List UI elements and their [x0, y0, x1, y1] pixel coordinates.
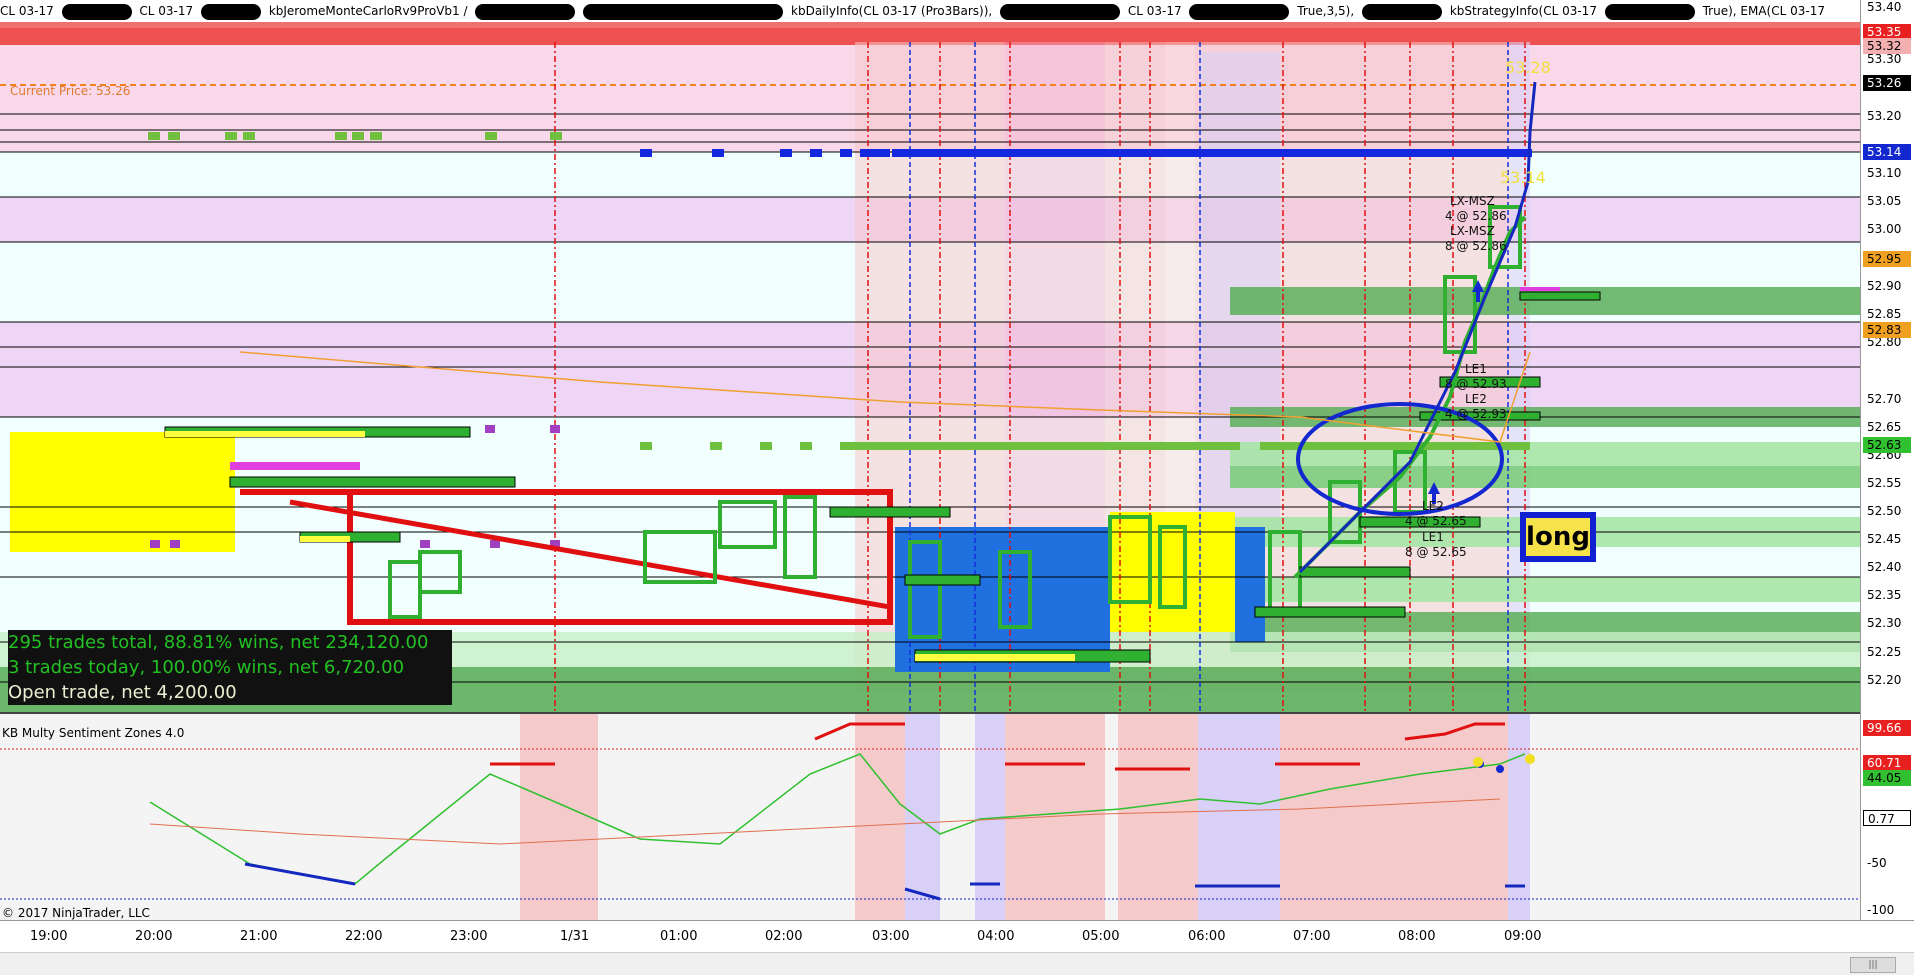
redacted-mark — [1000, 3, 1121, 20]
price-panel[interactable]: Current Price: 53.26 295 trades total, 8… — [0, 22, 1860, 712]
long-signal-box: long — [1520, 512, 1596, 562]
trade-label: 8 @ 52.65 — [1405, 545, 1467, 559]
price-tag: 52.63 — [1863, 437, 1911, 453]
indicator-tag: 44.05 — [1863, 770, 1911, 786]
time-tick: 22:00 — [345, 929, 383, 944]
redacted-mark — [475, 3, 576, 20]
indicator-tag: 0.77 — [1863, 810, 1911, 826]
price-tag: 53.14 — [1863, 144, 1911, 160]
trade-label: LX-MSZ — [1450, 194, 1495, 208]
price-tick: 53.30 — [1867, 52, 1902, 66]
price-tick: 53.20 — [1867, 109, 1902, 123]
redacted-mark — [200, 3, 261, 20]
price-tick: 52.35 — [1867, 588, 1902, 602]
trade-label: 8 @ 52.86 — [1445, 239, 1507, 253]
price-tag: 52.83 — [1863, 322, 1911, 338]
time-tick: 06:00 — [1188, 929, 1226, 944]
price-tick: 52.65 — [1867, 420, 1902, 434]
trade-label: LX-MSZ — [1450, 224, 1495, 238]
price-tick: 52.30 — [1867, 616, 1902, 630]
long-signal-label: long — [1526, 518, 1590, 556]
price-chart-canvas — [0, 22, 1860, 712]
indicator-tick: -100 — [1867, 903, 1895, 917]
indicator-tag: 99.66 — [1863, 720, 1911, 736]
price-tick: 52.50 — [1867, 504, 1902, 518]
indicator-panel[interactable]: KB Multy Sentiment Zones 4.0 © 2017 Ninj… — [0, 712, 1860, 922]
price-tick: 52.20 — [1867, 673, 1902, 687]
chart-window: CL 03-17 CL 03-17 kbJeromeMonteCarloRv9P… — [0, 0, 1914, 975]
time-axis[interactable]: 19:00 20:00 21:00 22:00 23:00 1/31 01:00… — [0, 920, 1914, 951]
trade-label: 4 @ 52.86 — [1445, 209, 1507, 223]
trade-label: 4 @ 52.65 — [1405, 514, 1467, 528]
price-tick: 53.40 — [1867, 0, 1902, 14]
time-tick: 04:00 — [977, 929, 1015, 944]
price-tick: 52.55 — [1867, 476, 1902, 490]
price-tag: 53.32 — [1863, 38, 1911, 54]
stats-open: Open trade, net 4,200.00 — [8, 680, 452, 705]
time-tick: 20:00 — [135, 929, 173, 944]
redacted-mark — [1604, 3, 1695, 20]
instrument-label-3: CL 03-17 — [1127, 4, 1182, 18]
trade-label: LE1 — [1465, 362, 1487, 376]
time-tick: 05:00 — [1082, 929, 1120, 944]
time-tick: 1/31 — [560, 929, 590, 944]
redacted-mark — [1362, 3, 1442, 20]
redacted-mark — [1189, 3, 1290, 20]
stats-today: 3 trades today, 100.00% wins, net 6,720.… — [8, 655, 452, 680]
time-tick: 09:00 — [1504, 929, 1542, 944]
price-tick: 53.05 — [1867, 194, 1902, 208]
price-tick: 52.70 — [1867, 392, 1902, 406]
scrollbar-thumb[interactable]: ||| — [1850, 957, 1896, 973]
price-marker: 53.14 — [1500, 168, 1546, 187]
ema-label: True), EMA(CL 03-17 — [1702, 4, 1825, 18]
trade-label: 8 @ 52.93 — [1445, 377, 1507, 391]
instrument-label: CL 03-17 — [0, 4, 54, 18]
price-marker: 53.28 — [1505, 58, 1551, 77]
param-label: True,3,5), — [1297, 4, 1355, 18]
price-tick: 53.00 — [1867, 222, 1902, 236]
price-tag: 53.26 — [1863, 75, 1911, 91]
indicator-tick: -50 — [1867, 856, 1887, 870]
instrument-label-2: CL 03-17 — [139, 4, 194, 18]
strategy-name: kbJeromeMonteCarloRv9ProVb1 / — [268, 4, 468, 18]
price-axis[interactable]: 53.40 53.30 53.20 53.10 53.05 53.00 52.9… — [1860, 0, 1914, 920]
indicator-tag: 60.71 — [1863, 755, 1911, 771]
current-price-label: Current Price: 53.26 — [10, 84, 131, 98]
stats-total: 295 trades total, 88.81% wins, net 234,1… — [8, 630, 452, 655]
price-tick: 52.25 — [1867, 645, 1902, 659]
time-tick: 19:00 — [30, 929, 68, 944]
strategy-info-label: kbStrategyInfo(CL 03-17 — [1449, 4, 1597, 18]
time-tick: 02:00 — [765, 929, 803, 944]
time-tick: 21:00 — [240, 929, 278, 944]
time-tick: 23:00 — [450, 929, 488, 944]
horizontal-scrollbar[interactable]: ||| — [0, 952, 1914, 975]
time-tick: 08:00 — [1398, 929, 1436, 944]
price-tag: 52.95 — [1863, 251, 1911, 267]
time-tick: 01:00 — [660, 929, 698, 944]
trade-label: LE2 — [1465, 392, 1487, 406]
price-tick: 52.85 — [1867, 307, 1902, 321]
trade-label: LE2 — [1422, 499, 1444, 513]
price-tick: 52.45 — [1867, 532, 1902, 546]
price-tick: 52.90 — [1867, 279, 1902, 293]
redacted-mark — [583, 3, 784, 20]
copyright: © 2017 NinjaTrader, LLC — [2, 906, 150, 920]
time-tick: 07:00 — [1293, 929, 1331, 944]
indicator-canvas — [0, 714, 1860, 922]
daily-info-label: kbDailyInfo(CL 03-17 (Pro3Bars)), — [791, 4, 993, 18]
indicator-title: KB Multy Sentiment Zones 4.0 — [2, 726, 185, 740]
time-tick: 03:00 — [872, 929, 910, 944]
price-tick: 52.40 — [1867, 560, 1902, 574]
indicator-title-bar: CL 03-17 CL 03-17 kbJeromeMonteCarloRv9P… — [0, 0, 1860, 22]
trade-label: LE1 — [1422, 530, 1444, 544]
trade-label: 4 @ 52.93 — [1445, 407, 1507, 421]
price-tick: 53.10 — [1867, 166, 1902, 180]
redacted-mark — [61, 3, 132, 20]
